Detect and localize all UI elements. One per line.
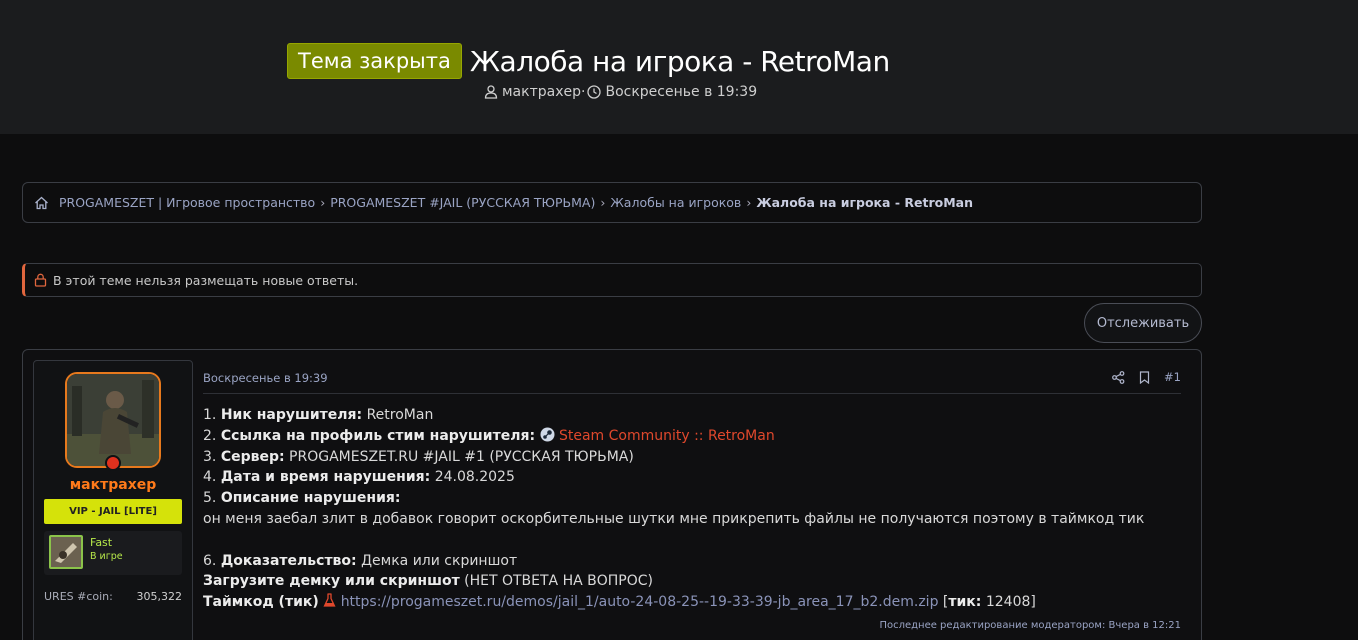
post-line-7: Загрузите демку или скриншот (НЕТ ОТВЕТА… xyxy=(203,571,1178,592)
field-label: Дата и время нарушения: xyxy=(220,469,431,486)
breadcrumb-chevron-icon: › xyxy=(600,195,606,210)
edit-note: Последнее редактирование модератором: Вч… xyxy=(879,620,1181,631)
field-label: Описание нарушения: xyxy=(220,490,401,507)
line-number: 6. xyxy=(203,552,217,569)
post-line-5: 5. Описание нарушения: xyxy=(203,488,1178,509)
notice-text: В этой теме нельзя размещать новые ответ… xyxy=(53,272,359,288)
field-value: (НЕТ ОТВЕТА НА ВОПРОС) xyxy=(464,573,653,590)
game-avatar-icon xyxy=(49,535,83,569)
breadcrumb-item-2[interactable]: PROGAMESZET #JAIL (РУССКАЯ ТЮРЬМА) xyxy=(330,195,595,210)
steam-profile-link[interactable]: Steam Community :: RetroMan xyxy=(559,428,775,444)
thread-author[interactable]: мактрахер xyxy=(502,84,581,100)
tick-bracket: ] xyxy=(1030,594,1036,611)
coin-value: 305,322 xyxy=(136,590,183,603)
line-number: 3. xyxy=(203,448,217,465)
field-label: Таймкод (тик) xyxy=(203,594,319,611)
demo-link[interactable]: https://progameszet.ru/demos/jail_1/auto… xyxy=(341,594,939,610)
post-body: 1. Ник нарушителя: RetroMan 2. Ссылка на… xyxy=(203,405,1178,613)
bookmark-icon[interactable] xyxy=(1139,370,1150,384)
locked-notice: В этой теме нельзя размещать новые ответ… xyxy=(22,263,1202,297)
field-value: PROGAMESZET.RU #JAIL #1 (РУССКАЯ ТЮРЬМА) xyxy=(289,448,634,465)
game-status: В игре xyxy=(90,551,123,562)
field-label: Ник нарушителя: xyxy=(220,407,363,423)
game-name: Fast xyxy=(90,536,113,549)
thread-date[interactable]: Воскресенье в 19:39 xyxy=(605,84,757,100)
field-label: Ссылка на профиль стим нарушителя: xyxy=(220,427,536,444)
user-title-badge: VIP - JAIL [LITE] xyxy=(44,499,182,524)
post-actions: #1 xyxy=(1098,370,1181,384)
line-number: 2. xyxy=(203,427,217,444)
thread-title: Жалоба на игрока - RetroMan xyxy=(469,44,890,78)
post-line-6: 6. Доказательство: Демка или скриншот xyxy=(203,551,1178,572)
line-number: 4. xyxy=(203,469,217,486)
steam-icon xyxy=(540,427,554,442)
share-icon[interactable] xyxy=(1112,370,1125,384)
thread-prefix[interactable]: Тема закрыта xyxy=(287,43,462,79)
avatar[interactable] xyxy=(65,372,161,468)
line-number: 1. xyxy=(203,407,217,423)
post-number[interactable]: #1 xyxy=(1164,370,1181,384)
breadcrumb: PROGAMESZET | Игровое пространство › PRO… xyxy=(22,182,1202,223)
breadcrumb-item-1[interactable]: PROGAMESZET | Игровое пространство xyxy=(59,195,315,210)
post-line-1: 1. Ник нарушителя: RetroMan xyxy=(203,405,1178,426)
tick-label: тик: xyxy=(948,594,982,611)
post-date[interactable]: Воскресенье в 19:39 xyxy=(203,371,328,385)
breadcrumb-chevron-icon: › xyxy=(746,195,752,210)
post-line-4: 4. Дата и время нарушения: 24.08.2025 xyxy=(203,467,1178,488)
lock-icon xyxy=(34,273,47,287)
thread-title-row: Тема закрыта Жалоба на игрока - RetroMan xyxy=(287,41,890,81)
coin-label: URES #coin: xyxy=(44,590,113,603)
clock-icon xyxy=(587,85,602,99)
post-line-2: 2. Ссылка на профиль стим нарушителя: St… xyxy=(203,426,1178,447)
field-label: Загрузите демку или скриншот xyxy=(203,573,460,590)
line-number: 5. xyxy=(203,490,217,507)
breadcrumb-chevron-icon: › xyxy=(320,195,326,210)
game-status-box[interactable]: Fast В игре xyxy=(44,531,182,575)
thread-meta: мактрахер · Воскресенье в 19:39 xyxy=(484,84,757,100)
field-value: RetroMan xyxy=(366,407,434,423)
thread-header: Тема закрыта Жалоба на игрока - RetroMan… xyxy=(0,0,1358,134)
post-line-3: 3. Сервер: PROGAMESZET.RU #JAIL #1 (РУСС… xyxy=(203,447,1178,468)
watch-button[interactable]: Отслеживать xyxy=(1084,303,1202,343)
meta-separator: · xyxy=(581,84,586,100)
user-icon xyxy=(484,85,498,99)
tick-value: 12408 xyxy=(985,594,1031,611)
post: мактрахер VIP - JAIL [LITE] Fast В игре … xyxy=(22,349,1202,640)
field-label: Сервер: xyxy=(220,448,285,465)
online-status-icon xyxy=(105,455,121,471)
post-line-5-text: он меня заебал злит в добавок говорит ос… xyxy=(203,510,1145,527)
field-value: 24.08.2025 xyxy=(434,469,515,486)
field-label: Доказательство: xyxy=(220,552,357,569)
flask-icon xyxy=(323,593,336,607)
home-icon[interactable] xyxy=(34,196,49,210)
post-line-8: Таймкод (тик) https://progameszet.ru/dem… xyxy=(203,592,1178,613)
post-username[interactable]: мактрахер xyxy=(34,477,192,493)
field-value: Демка или скриншот xyxy=(361,552,518,569)
post-user-cell: мактрахер VIP - JAIL [LITE] Fast В игре … xyxy=(33,360,193,640)
post-divider xyxy=(203,393,1181,394)
breadcrumb-current[interactable]: Жалоба на игрока - RetroMan xyxy=(756,195,973,210)
breadcrumb-item-3[interactable]: Жалобы на игроков xyxy=(610,195,741,210)
